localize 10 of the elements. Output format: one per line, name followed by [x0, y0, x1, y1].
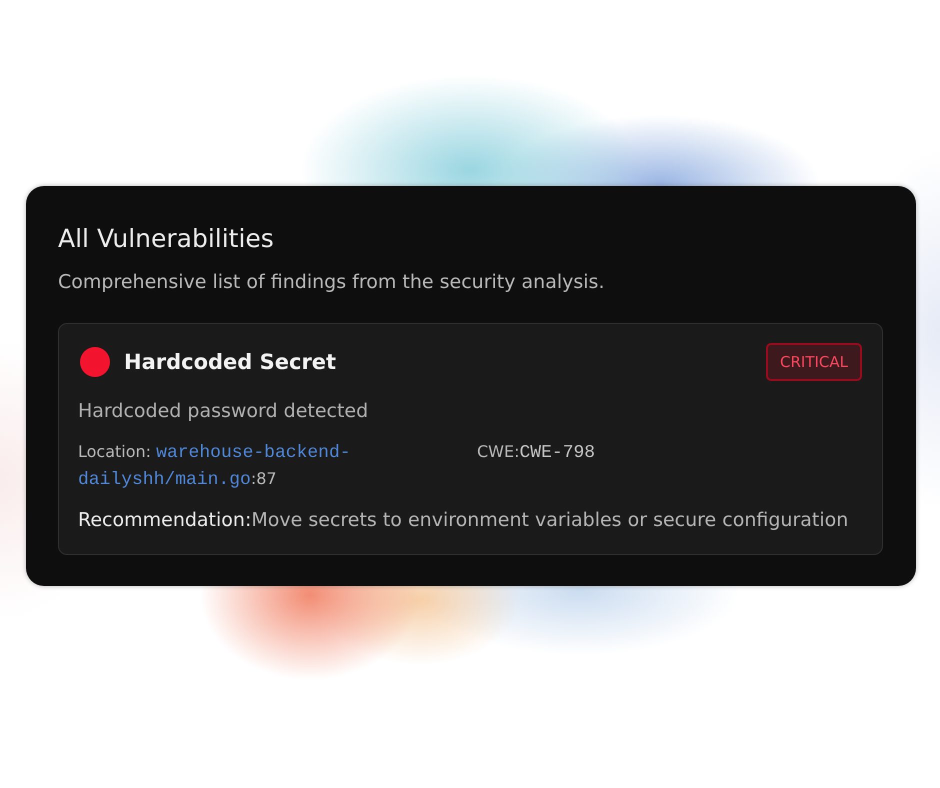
recommendation-text: Move secrets to environment variables or secure configuration [251, 509, 848, 531]
severity-badge: CRITICAL [766, 343, 862, 381]
cwe-id: CWE-798 [520, 443, 596, 463]
file-location: Location: warehouse-backend-dailyshh/main.go:87 [78, 441, 352, 492]
cwe-label: CWE: [477, 442, 520, 461]
recommendation-label: Recommendation: [78, 509, 252, 531]
finding-description: Hardcoded password detected [78, 399, 370, 424]
section-subtitle: Comprehensive list of findings from the security analysis. [58, 270, 606, 295]
finding-title: Hardcoded Secret [124, 350, 336, 374]
section-title: All Vulnerabilities [58, 223, 275, 255]
